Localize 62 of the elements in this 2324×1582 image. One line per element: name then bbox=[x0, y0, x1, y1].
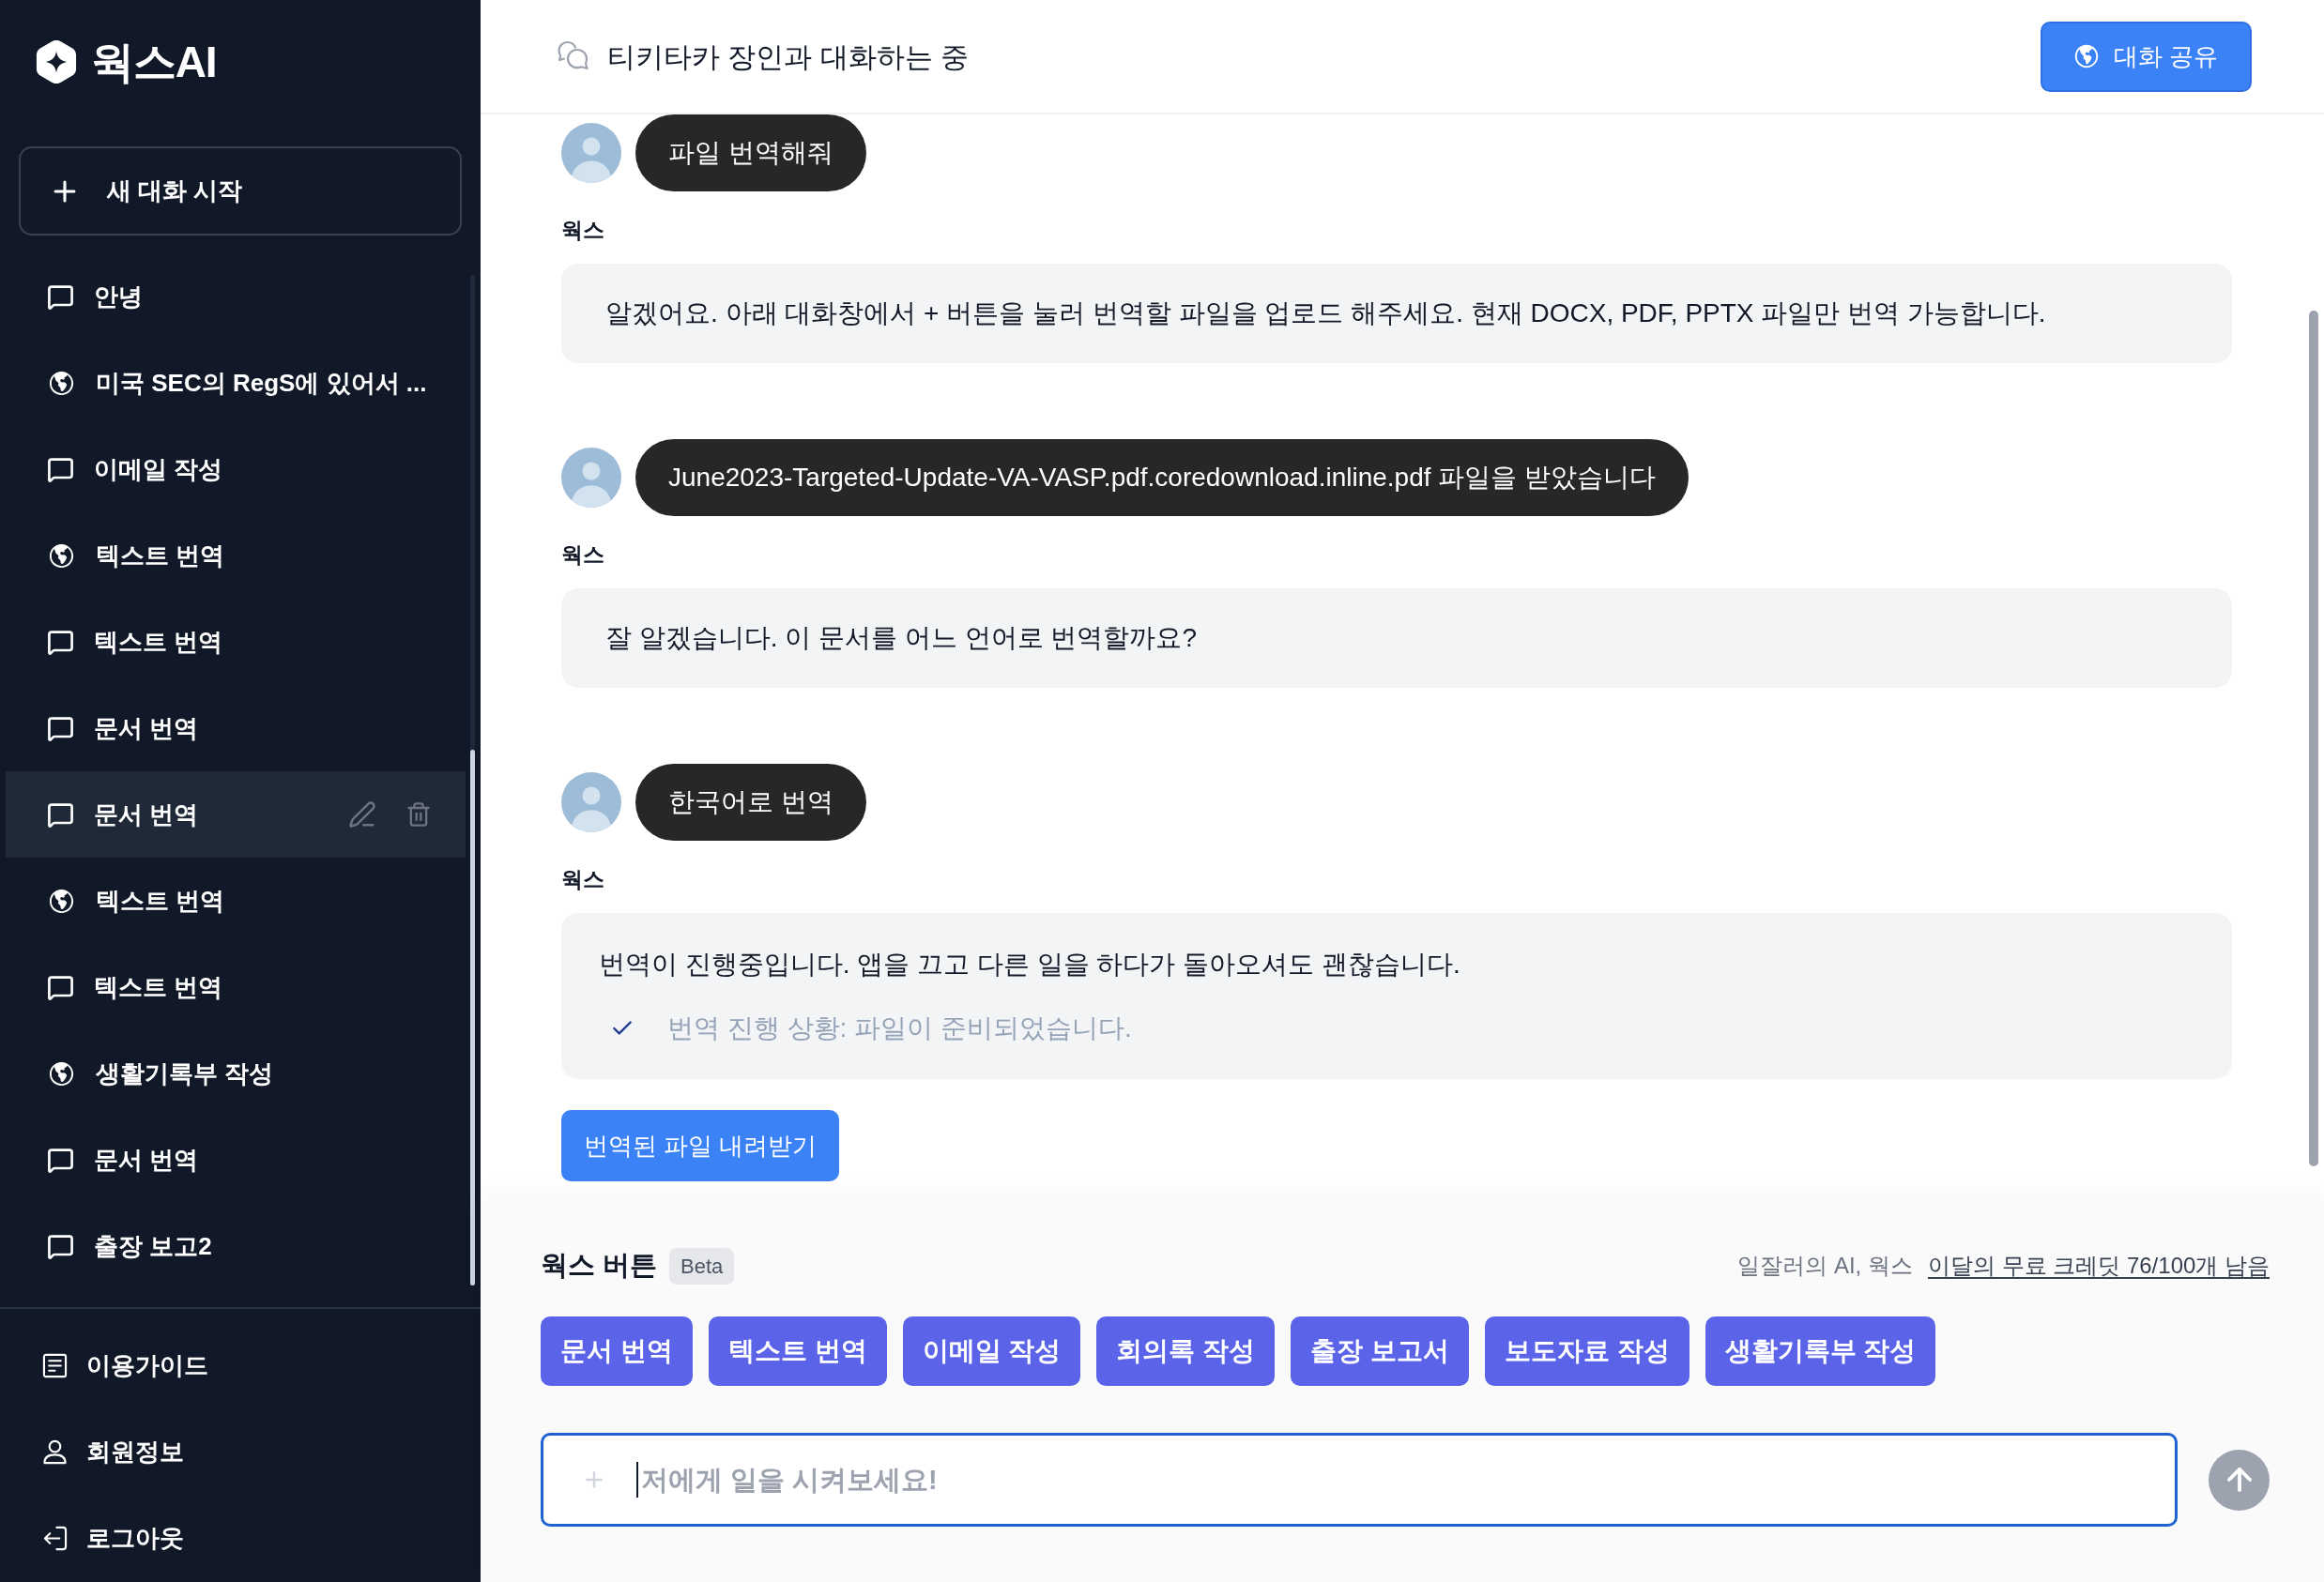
scrollbar[interactable] bbox=[470, 275, 475, 1285]
quick-action-button[interactable]: 생활기록부 작성 bbox=[1705, 1316, 1936, 1386]
chat-bubble-icon bbox=[47, 800, 74, 829]
sender-name: 웍스 bbox=[561, 217, 604, 243]
tagline: 일잘러의 AI, 웍스 bbox=[1737, 1252, 1913, 1280]
quick-action-button[interactable]: 출장 보고서 bbox=[1291, 1316, 1469, 1386]
chat-bubble-icon bbox=[47, 282, 74, 311]
conversation-item[interactable]: 생활기록부 작성 bbox=[6, 1030, 466, 1117]
conversation-item[interactable]: 출장 보고2 bbox=[6, 1203, 466, 1289]
new-chat-button[interactable]: 새 대화 시작 bbox=[19, 146, 462, 236]
user-avatar bbox=[561, 772, 621, 832]
edit-icon[interactable] bbox=[348, 800, 376, 829]
quick-action-button[interactable]: 이메일 작성 bbox=[902, 1316, 1081, 1386]
chat-bubble-icon bbox=[47, 628, 74, 656]
assistant-message: 알겠어요. 아래 대화창에서 + 버튼을 눌러 번역할 파일을 업로드 해주세요. 현재 DOCX, PDF, PPTX 파일만 번역 가능합니다. bbox=[561, 264, 2232, 363]
conversation-item[interactable]: 텍스트 번역 bbox=[6, 858, 466, 944]
text-cursor bbox=[636, 1462, 638, 1498]
sender-name: 웍스 bbox=[561, 866, 604, 892]
chat-bubble-icon bbox=[47, 714, 74, 742]
conversation-title: 티키타카 장인과 대화하는 중 bbox=[607, 39, 969, 74]
conversation-item[interactable]: 문서 번역 bbox=[6, 1117, 466, 1203]
user-message: June2023-Targeted-Update-VA-VASP.pdf.coredownload.inline.pdf 파일을 받았습니다 bbox=[635, 439, 1689, 516]
user-avatar bbox=[561, 448, 621, 508]
user-avatar bbox=[561, 123, 621, 183]
user-message: 파일 번역해줘 bbox=[635, 114, 866, 191]
user-message: 한국어로 번역 bbox=[635, 764, 866, 841]
document-icon bbox=[42, 1352, 68, 1378]
quick-action-button[interactable]: 텍스트 번역 bbox=[708, 1316, 887, 1386]
share-button[interactable]: 대화 공유 bbox=[2040, 21, 2252, 92]
message-input[interactable]: 저에게 일을 시켜보세요! bbox=[541, 1433, 2178, 1527]
conversation-item[interactable]: 안녕 bbox=[6, 253, 466, 340]
message-text: 번역이 진행중입니다. 앱을 끄고 다른 일을 하다가 돌아오셔도 괜찮습니다. bbox=[599, 949, 1460, 981]
conversation-item[interactable]: 문서 번역 bbox=[6, 685, 466, 771]
quick-action-button[interactable]: 회의록 작성 bbox=[1096, 1316, 1276, 1386]
quick-action-button[interactable]: 보도자료 작성 bbox=[1484, 1316, 1689, 1386]
assistant-message: 잘 알겠습니다. 이 문서를 어느 언어로 번역할까요? bbox=[561, 588, 2232, 688]
beta-badge: Beta bbox=[669, 1247, 735, 1285]
conversation-item[interactable]: 문서 번역 bbox=[6, 771, 466, 858]
download-button[interactable]: 번역된 파일 내려받기 bbox=[561, 1110, 840, 1181]
logo-text: 웍스AI bbox=[91, 40, 217, 84]
chat-bubble-icon bbox=[47, 973, 74, 1001]
conversation-item[interactable]: 텍스트 번역 bbox=[6, 512, 466, 599]
chat-bubble-icon bbox=[47, 1232, 74, 1260]
trash-icon[interactable] bbox=[405, 800, 432, 829]
sender-name: 웍스 bbox=[561, 541, 604, 568]
logo-icon bbox=[35, 39, 78, 84]
credits-link[interactable]: 이달의 무료 크레딧 76/100개 남음 bbox=[1927, 1249, 2270, 1283]
chat-bubble-icon bbox=[47, 1146, 74, 1174]
conversation-item[interactable]: 텍스트 번역 bbox=[6, 944, 466, 1030]
chat-bubble-icon bbox=[47, 455, 74, 483]
conversation-item[interactable]: 텍스트 번역 bbox=[6, 599, 466, 685]
sidebar-menu-item[interactable]: 이용가이드 bbox=[0, 1322, 481, 1408]
sidebar-menu-item[interactable]: 회원정보 bbox=[0, 1408, 481, 1495]
scrollbar[interactable] bbox=[2309, 311, 2318, 1166]
user-icon bbox=[42, 1438, 68, 1465]
status-text: 번역 진행 상황: 파일이 준비되었습니다. bbox=[667, 1012, 1132, 1044]
sidebar-menu-item[interactable]: 로그아웃 bbox=[0, 1495, 481, 1581]
quick-action-button[interactable]: 문서 번역 bbox=[541, 1316, 693, 1386]
section-title: 웍스 버튼 bbox=[541, 1249, 658, 1283]
conversation-item[interactable]: 이메일 작성 bbox=[6, 426, 466, 512]
conversation-item[interactable]: 미국 SEC의 RegS에 있어서 ... bbox=[6, 340, 466, 426]
logout-icon bbox=[42, 1525, 68, 1551]
